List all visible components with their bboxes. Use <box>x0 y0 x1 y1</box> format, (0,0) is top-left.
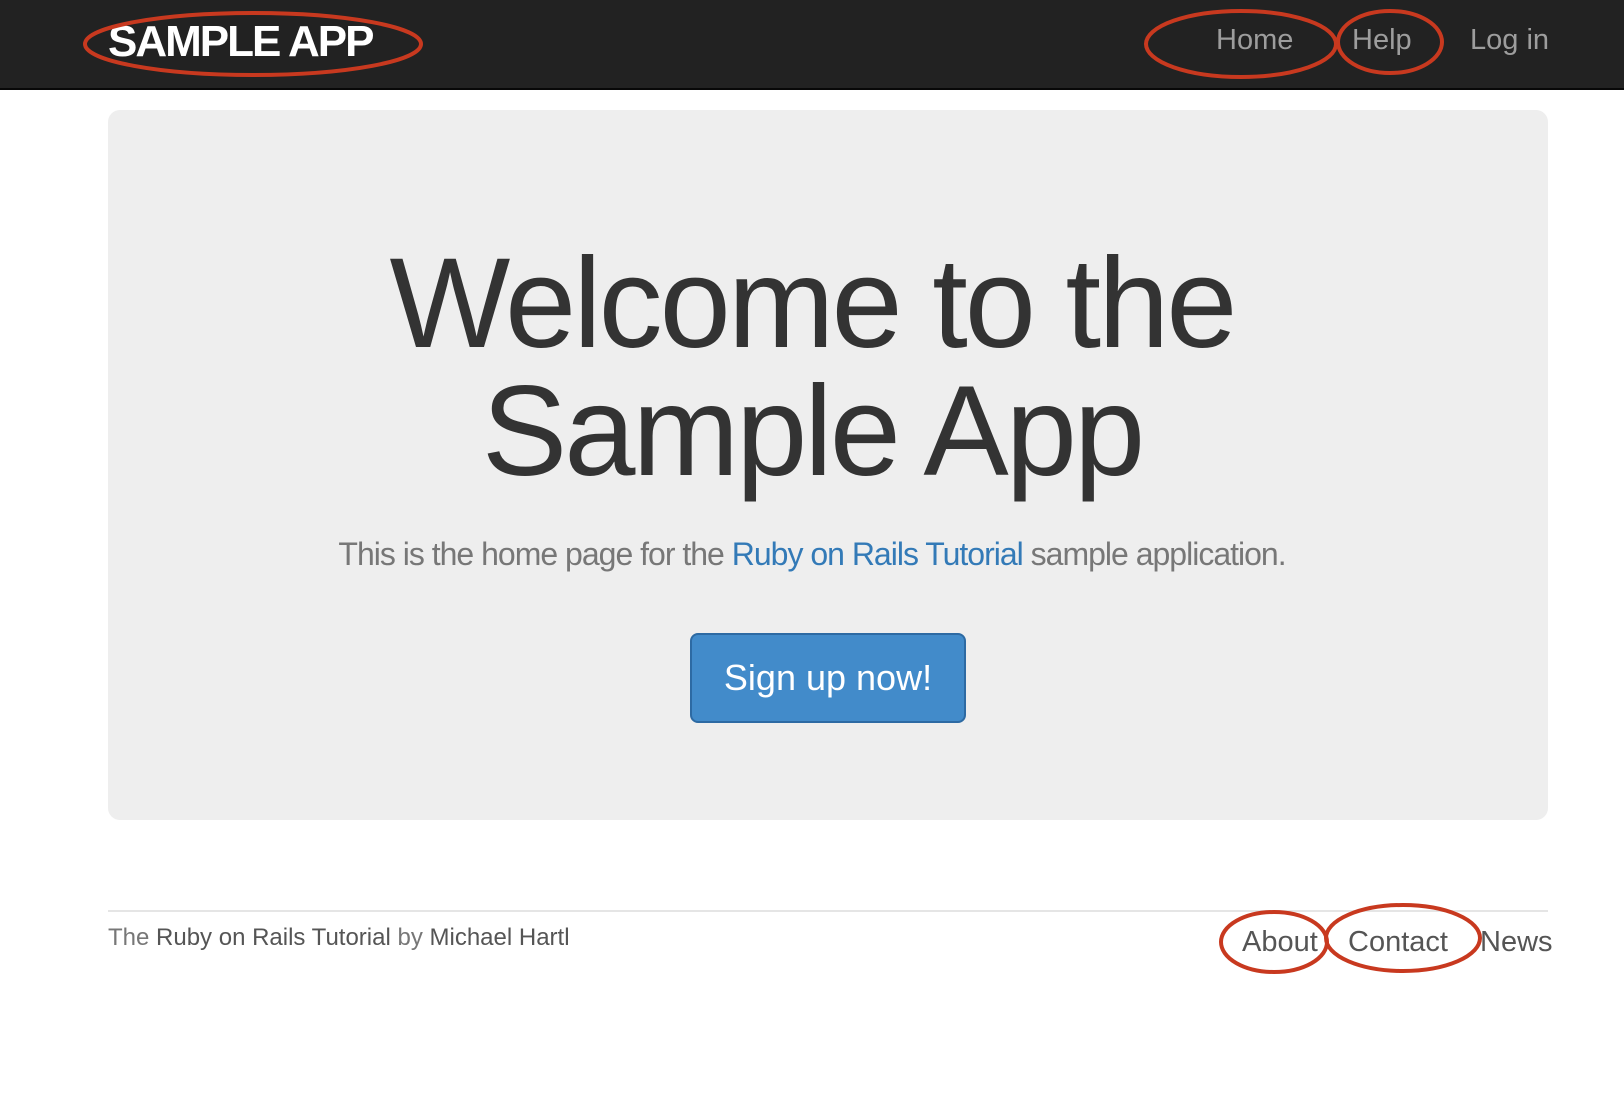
logo-link[interactable]: SAMPLE APP <box>108 16 374 68</box>
footer-about-link[interactable]: About <box>1242 924 1318 960</box>
footer-author-link[interactable]: Michael Hartl <box>430 924 570 951</box>
signup-button[interactable]: Sign up now! <box>690 633 966 723</box>
footer-divider <box>108 910 1548 912</box>
hero-subtitle: This is the home page for the Ruby on Ra… <box>0 532 1624 576</box>
hero-subtitle-text-after: sample application. <box>1022 536 1287 572</box>
top-navbar: SAMPLE APP Home Help Log in <box>0 0 1624 90</box>
hero-title-line1: Welcome to the <box>389 232 1238 375</box>
footer-prefix: The <box>108 924 157 951</box>
footer-news-link[interactable]: News <box>1480 924 1553 960</box>
hero-subtitle-text-before: This is the home page for the <box>338 536 732 572</box>
hero-title-line2: Sample App <box>481 360 1145 503</box>
footer-by: by <box>390 924 430 951</box>
rails-tutorial-link[interactable]: Ruby on Rails Tutorial <box>732 536 1024 572</box>
hero-title: Welcome to the Sample App <box>0 240 1624 496</box>
footer-tutorial-link[interactable]: Ruby on Rails Tutorial <box>156 924 391 951</box>
nav-help-link[interactable]: Help <box>1352 20 1412 60</box>
nav-home-link[interactable]: Home <box>1216 20 1293 60</box>
footer-contact-link[interactable]: Contact <box>1348 924 1448 960</box>
nav-login-link[interactable]: Log in <box>1470 20 1549 60</box>
footer-credit: The Ruby on Rails Tutorial by Michael Ha… <box>108 922 570 954</box>
